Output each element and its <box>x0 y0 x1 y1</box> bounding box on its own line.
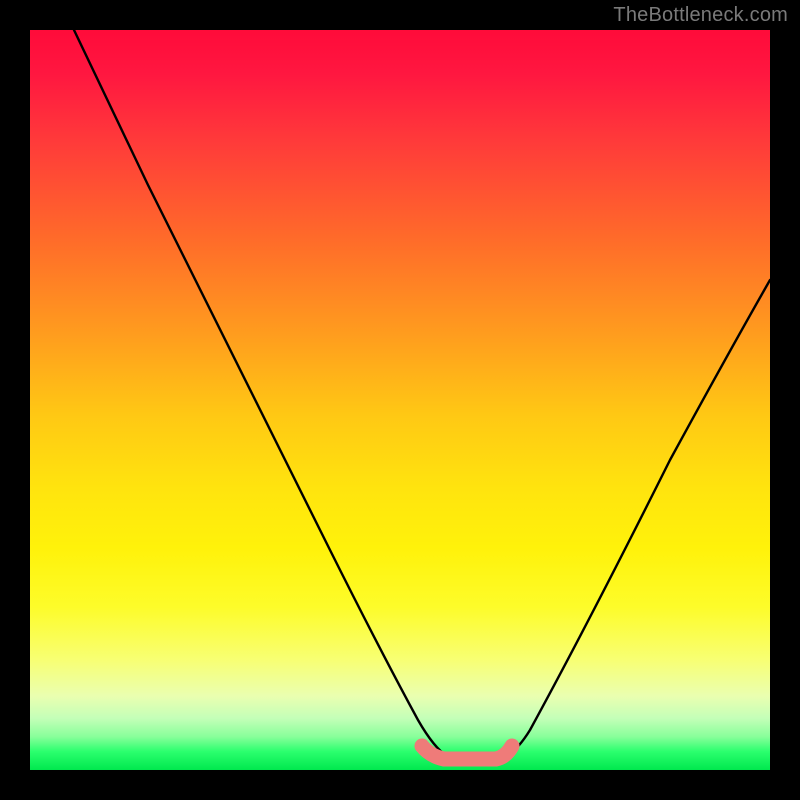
curve-line <box>74 30 770 760</box>
chart-frame: TheBottleneck.com <box>0 0 800 800</box>
chart-overlay <box>30 30 770 770</box>
marker-band <box>422 746 512 759</box>
watermark-text: TheBottleneck.com <box>613 4 788 27</box>
